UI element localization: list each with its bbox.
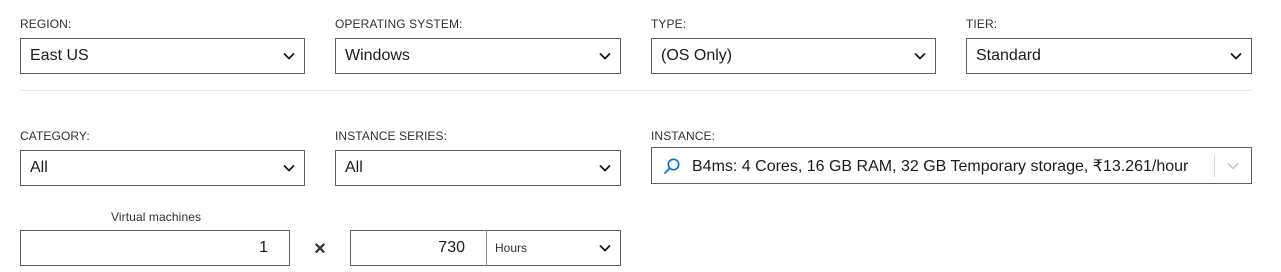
tier-label: TIER: bbox=[966, 17, 998, 31]
region-select[interactable]: East US bbox=[20, 38, 305, 74]
chevron-down-icon bbox=[909, 49, 931, 63]
instance-label: INSTANCE: bbox=[651, 129, 716, 143]
os-label: OPERATING SYSTEM: bbox=[335, 17, 463, 31]
os-value: Windows bbox=[345, 47, 410, 64]
category-label: CATEGORY: bbox=[20, 129, 90, 143]
series-label: INSTANCE SERIES: bbox=[335, 129, 448, 143]
type-label: TYPE: bbox=[651, 17, 687, 31]
region-label: REGION: bbox=[20, 17, 72, 31]
instance-value: B4ms: 4 Cores, 16 GB RAM, 32 GB Temporar… bbox=[692, 157, 1189, 175]
type-value: (OS Only) bbox=[661, 47, 733, 64]
multiply-icon: × bbox=[314, 238, 326, 260]
chevron-down-icon bbox=[1225, 49, 1247, 63]
tier-value: Standard bbox=[976, 47, 1041, 64]
vms-label: Virtual machines bbox=[111, 210, 202, 224]
chevron-down-icon bbox=[594, 161, 616, 175]
category-select[interactable]: All bbox=[20, 150, 305, 186]
hours-input[interactable]: 730 bbox=[350, 230, 487, 266]
search-icon bbox=[662, 156, 682, 176]
category-value: All bbox=[30, 159, 48, 176]
section-divider bbox=[20, 90, 1252, 91]
chevron-down-icon bbox=[594, 241, 616, 255]
hours-unit-value: Hours bbox=[495, 241, 528, 255]
chevron-down-icon bbox=[594, 49, 616, 63]
instance-combobox[interactable]: B4ms: 4 Cores, 16 GB RAM, 32 GB Temporar… bbox=[651, 147, 1252, 184]
vms-count-input[interactable]: 1 bbox=[20, 230, 290, 266]
type-select[interactable]: (OS Only) bbox=[651, 38, 936, 74]
chevron-down-icon bbox=[278, 49, 300, 63]
hours-unit-select[interactable]: Hours bbox=[486, 230, 621, 266]
series-select[interactable]: All bbox=[335, 150, 621, 186]
region-value: East US bbox=[30, 47, 89, 64]
series-value: All bbox=[345, 159, 363, 176]
tier-select[interactable]: Standard bbox=[966, 38, 1252, 74]
chevron-down-icon[interactable] bbox=[1215, 148, 1251, 183]
os-select[interactable]: Windows bbox=[335, 38, 621, 74]
chevron-down-icon bbox=[278, 161, 300, 175]
